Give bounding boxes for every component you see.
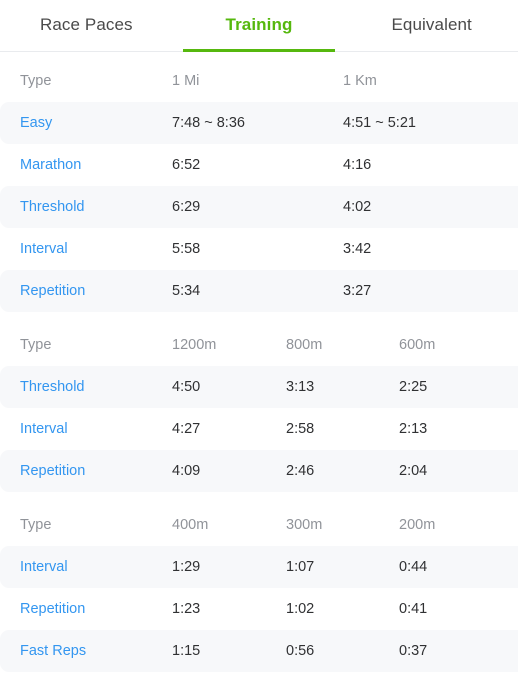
pace-value: 0:37 [399,643,428,659]
table-row: Easy 7:48 ~ 8:36 4:51 ~ 5:21 [0,102,518,144]
pace-value: 3:27 [343,283,372,299]
pace-value: 1:23 [172,601,201,617]
pace-tables: Type 1 Mi 1 Km Easy 7:48 ~ 8:36 4:51 ~ 5:21 Ma… [0,52,518,672]
pace-type-link[interactable]: Repetition [20,601,172,617]
pace-value: 0:44 [399,559,428,575]
table-row: Threshold 4:50 3:13 2:25 [0,366,518,408]
tab-training[interactable]: Training [173,0,346,52]
column-header-distance: 800m [286,337,323,353]
table-row: Marathon 6:52 4:16 [0,144,518,186]
table-row: Interval 5:58 3:42 [0,228,518,270]
table-row: Interval 1:29 1:07 0:44 [0,546,518,588]
pace-table: Type 1200m 800m 600m Threshold 4:50 3:13 2:25 In… [0,324,518,492]
pace-value: 4:51 ~ 5:21 [343,115,416,131]
pace-value: 4:16 [343,157,372,173]
table-row: Repetition 5:34 3:27 [0,270,518,312]
tab-equivalent[interactable]: Equivalent [345,0,518,51]
pace-type-link[interactable]: Threshold [20,379,172,395]
column-header-type: Type [20,517,52,533]
pace-value: 2:58 [286,421,315,437]
table-header-row: Type 1 Mi 1 Km [0,60,518,102]
pace-value: 4:27 [172,421,201,437]
pace-value: 1:02 [286,601,315,617]
table-header-row: Type 400m 300m 200m [0,504,518,546]
column-header-distance: 1200m [172,337,217,353]
pace-value: 3:13 [286,379,315,395]
pace-value: 1:29 [172,559,201,575]
table-row: Fast Reps 1:15 0:56 0:37 [0,630,518,672]
pace-value: 4:02 [343,199,372,215]
pace-type-link[interactable]: Repetition [20,283,172,299]
pace-type-link[interactable]: Interval [20,241,172,257]
pace-value: 1:15 [172,643,201,659]
column-header-distance: 200m [399,517,436,533]
pace-value: 3:42 [343,241,372,257]
pace-value: 4:50 [172,379,201,395]
table-row: Interval 4:27 2:58 2:13 [0,408,518,450]
table-row: Repetition 4:09 2:46 2:04 [0,450,518,492]
pace-value: 6:29 [172,199,201,215]
column-header-type: Type [20,337,52,353]
column-header-distance: 1 Mi [172,73,200,89]
pace-value: 7:48 ~ 8:36 [172,115,245,131]
pace-type-link[interactable]: Fast Reps [20,643,172,659]
column-header-distance: 600m [399,337,436,353]
pace-value: 1:07 [286,559,315,575]
pace-type-link[interactable]: Marathon [20,157,172,173]
pace-type-link[interactable]: Interval [20,559,172,575]
pace-value: 0:56 [286,643,315,659]
table-row: Threshold 6:29 4:02 [0,186,518,228]
pace-value: 2:46 [286,463,315,479]
pace-value: 6:52 [172,157,201,173]
pace-value: 0:41 [399,601,428,617]
pace-table: Type 400m 300m 200m Interval 1:29 1:07 0:44 Repe… [0,504,518,672]
column-header-distance: 1 Km [343,73,377,89]
tab-race-paces[interactable]: Race Paces [0,0,173,51]
pace-value: 4:09 [172,463,201,479]
column-header-distance: 300m [286,517,323,533]
pace-type-link[interactable]: Repetition [20,463,172,479]
table-header-row: Type 1200m 800m 600m [0,324,518,366]
pace-type-link[interactable]: Interval [20,421,172,437]
column-header-distance: 400m [172,517,209,533]
pace-table: Type 1 Mi 1 Km Easy 7:48 ~ 8:36 4:51 ~ 5:21 Ma… [0,60,518,312]
tab-bar: Race Paces Training Equivalent [0,0,518,52]
training-paces-screen: Race Paces Training Equivalent Type 1 Mi 1 K… [0,0,518,690]
pace-type-link[interactable]: Threshold [20,199,172,215]
pace-value: 5:58 [172,241,201,257]
pace-value: 2:25 [399,379,428,395]
table-row: Repetition 1:23 1:02 0:41 [0,588,518,630]
pace-value: 2:04 [399,463,428,479]
pace-value: 5:34 [172,283,201,299]
column-header-type: Type [20,73,52,89]
pace-value: 2:13 [399,421,428,437]
pace-type-link[interactable]: Easy [20,115,172,131]
